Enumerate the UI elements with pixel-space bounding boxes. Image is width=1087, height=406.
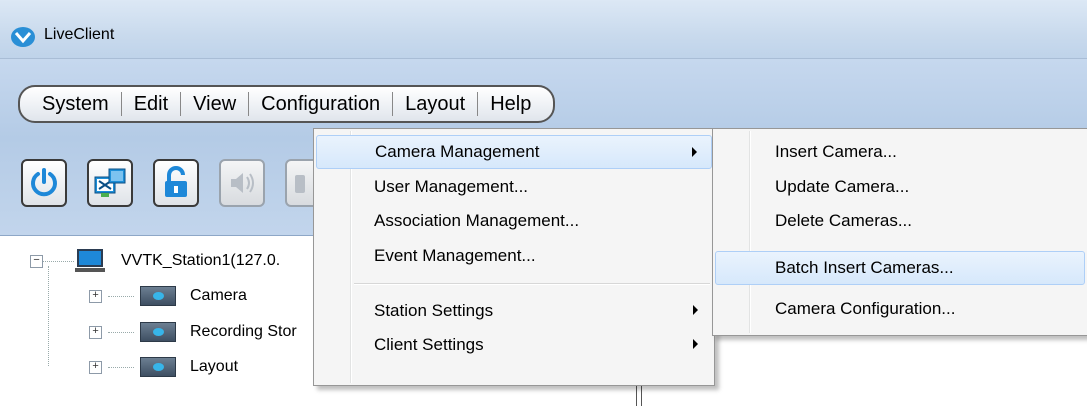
menu-item-label: Insert Camera... [775,142,897,161]
window-title: LiveClient [44,26,115,43]
tree-label-station: VVTK_Station1(127.0. [121,252,281,269]
network-settings-button[interactable] [87,159,133,207]
submenu-arrow-icon [693,339,698,349]
tree-label-recording-storage: Recording Stor [190,323,297,340]
menu-item-label: Client Settings [374,335,484,354]
menu-item-label: Event Management... [374,246,536,265]
menu-item-label: Camera Configuration... [775,299,956,318]
menu-bar: System Edit View Configuration Layout He… [18,85,556,123]
tree-node-layout[interactable]: + Layout [89,355,238,379]
menu-separator [354,283,710,285]
tree-node-station[interactable]: − VVTK_Station1(127.0. [30,249,280,273]
submenu-arrow-icon [692,147,697,157]
menu-system[interactable]: System [30,89,121,119]
menu-item-camera-management[interactable]: Camera Management [316,135,712,169]
tree-label-camera: Camera [190,287,247,304]
menu-edit[interactable]: Edit [122,89,180,119]
menu-item-label: User Management... [374,177,529,196]
menu-item-event-management[interactable]: Event Management... [316,239,712,273]
expand-icon[interactable]: + [89,289,102,303]
computer-icon [75,249,105,272]
unlock-icon [165,166,187,197]
menu-item-label: Update Camera... [775,177,910,196]
menu-item-label: Association Management... [374,211,580,230]
camera-management-submenu: Insert Camera... Update Camera... Delete… [712,128,1087,336]
menu-view[interactable]: View [181,89,248,119]
menu-item-label: Batch Insert Cameras... [775,258,954,277]
configuration-menu: Camera Management User Management... Ass… [313,128,715,386]
power-button[interactable] [21,159,67,207]
speaker-icon [231,173,254,193]
tree-node-recording-storage[interactable]: + Recording Stor [89,320,297,344]
collapse-icon[interactable]: − [30,254,43,268]
title-bar: LiveClient [0,0,1087,59]
audio-button[interactable] [219,159,265,207]
camera-folder-icon [140,286,176,306]
menu-item-insert-camera[interactable]: Insert Camera... [715,135,1085,169]
menu-item-label: Camera Management [375,142,540,161]
expand-icon[interactable]: + [89,360,102,374]
menu-item-label: Delete Cameras... [775,211,912,230]
submenu-arrow-icon [693,305,698,315]
menu-item-update-camera[interactable]: Update Camera... [715,170,1085,204]
storage-folder-icon [140,322,176,342]
layout-folder-icon [140,357,176,377]
power-icon [31,168,57,197]
lock-button[interactable] [153,159,199,207]
expand-icon[interactable]: + [89,325,102,339]
tree-node-camera[interactable]: + Camera [89,284,247,308]
menu-layout[interactable]: Layout [393,89,477,119]
menu-item-delete-cameras[interactable]: Delete Cameras... [715,204,1085,238]
menu-item-association-management[interactable]: Association Management... [316,204,712,238]
menu-item-station-settings[interactable]: Station Settings [316,294,712,328]
menu-item-client-settings[interactable]: Client Settings [316,328,712,362]
tree-label-layout: Layout [190,358,239,375]
menu-item-user-management[interactable]: User Management... [316,170,712,204]
network-settings-icon [94,168,126,197]
app-logo-icon [11,27,35,47]
menu-item-camera-configuration[interactable]: Camera Configuration... [715,292,1085,326]
menu-item-label: Station Settings [374,301,494,320]
menu-help[interactable]: Help [478,89,543,119]
menu-configuration[interactable]: Configuration [249,89,392,119]
menu-item-batch-insert-cameras[interactable]: Batch Insert Cameras... [715,251,1085,285]
